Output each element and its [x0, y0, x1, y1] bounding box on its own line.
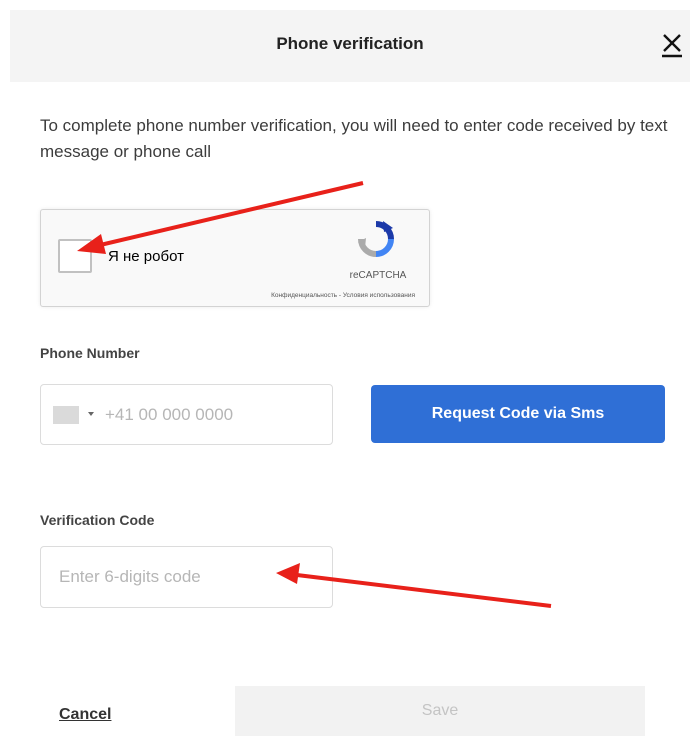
verification-code-label: Verification Code [40, 512, 155, 528]
save-button[interactable]: Save [235, 686, 645, 736]
phone-input[interactable] [105, 397, 325, 433]
annotation-overlay [77, 181, 552, 608]
flag-icon[interactable] [53, 406, 79, 424]
close-button[interactable] [660, 32, 684, 58]
dialog-title: Phone verification [276, 34, 424, 53]
cancel-link[interactable]: Cancel [59, 706, 111, 724]
recaptcha-links[interactable]: Конфиденциальность - Условия использован… [271, 292, 415, 299]
verification-code-input[interactable] [40, 546, 333, 608]
dialog-header: Phone verification [10, 10, 690, 82]
recaptcha-widget: Я не робот reCAPTCHA Конфиденциальность … [40, 209, 430, 307]
close-icon [662, 34, 682, 58]
phone-number-label: Phone Number [40, 345, 140, 361]
recaptcha-brand: reCAPTCHA [349, 270, 407, 281]
recaptcha-label: Я не робот [108, 248, 184, 265]
intro-text: To complete phone number verification, y… [40, 116, 668, 161]
phone-field [40, 384, 333, 445]
recaptcha-logo-icon [358, 221, 394, 257]
caret-down-icon[interactable] [88, 412, 94, 416]
recaptcha-checkbox[interactable] [58, 239, 92, 273]
request-code-button[interactable]: Request Code via Sms [371, 385, 665, 443]
